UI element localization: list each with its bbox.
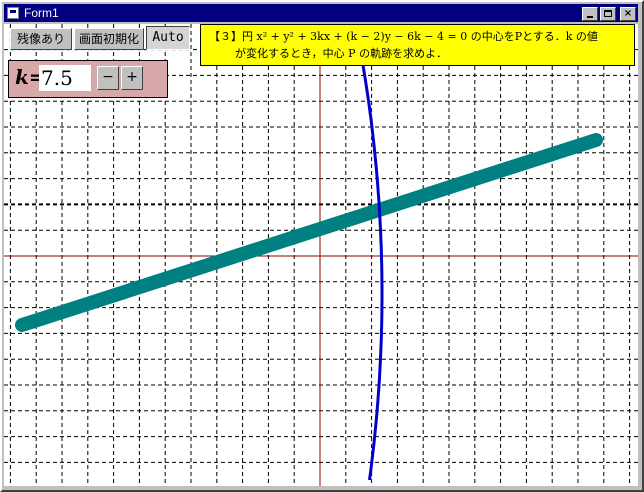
canvas-area: 残像あり 画面初期化 Auto 【３】円 x² + y² + 3kx + (k … <box>4 24 638 486</box>
auto-button[interactable]: Auto <box>146 26 190 50</box>
trace-toggle-button[interactable]: 残像あり <box>10 28 72 50</box>
k-increment-button[interactable]: + <box>121 66 143 90</box>
app-window: Form1 × 残像あり 画面初期化 Auto 【３】円 x² + y² + 3… <box>0 0 644 492</box>
problem-line-2: が変化するとき，中心 P の軌跡を求めよ． <box>235 47 448 60</box>
k-decrement-button[interactable]: − <box>97 66 119 90</box>
reset-screen-button[interactable]: 画面初期化 <box>74 28 144 50</box>
window-title: Form1 <box>24 6 59 20</box>
locus-line <box>15 133 603 332</box>
app-icon[interactable] <box>7 7 19 19</box>
minimize-icon[interactable] <box>582 7 598 21</box>
title-bar[interactable]: Form1 × <box>4 4 638 22</box>
problem-text: 【３】円 x² + y² + 3kx + (k − 2)y − 6k − 4 =… <box>200 24 635 66</box>
close-icon[interactable]: × <box>620 7 636 21</box>
problem-line-1: 【３】円 x² + y² + 3kx + (k − 2)y − 6k − 4 =… <box>209 30 598 43</box>
k-control-panel: k= 7.5 − + <box>8 60 168 98</box>
circle-arc <box>354 24 384 481</box>
maximize-icon[interactable] <box>600 7 616 21</box>
k-value-field[interactable]: 7.5 <box>39 65 91 91</box>
